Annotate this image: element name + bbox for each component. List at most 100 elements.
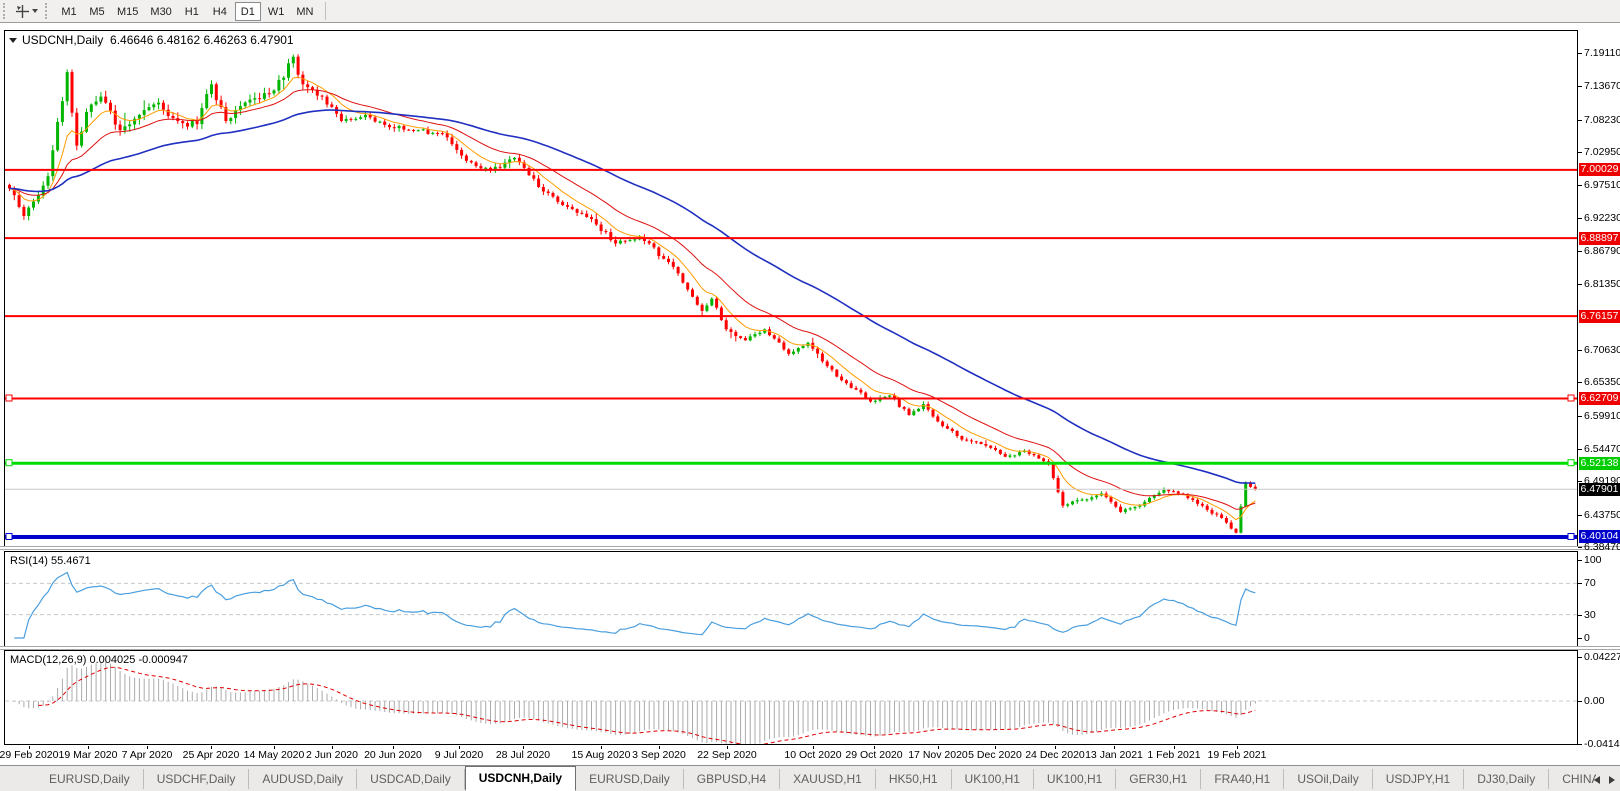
candle-body bbox=[292, 57, 295, 64]
candle-body bbox=[258, 98, 261, 99]
rsi-axis-tick bbox=[1578, 560, 1582, 561]
tabs-scroll-right-icon[interactable] bbox=[1609, 776, 1615, 784]
candle-body bbox=[427, 129, 430, 134]
price-axis-tick bbox=[1578, 185, 1582, 186]
ohlc-open: 6.46646 bbox=[110, 33, 153, 47]
candle-body bbox=[787, 349, 790, 353]
timeframe-button-m1[interactable]: M1 bbox=[56, 2, 82, 21]
chart-tab-uk100-h1[interactable]: UK100,H1 bbox=[1034, 769, 1116, 789]
price-chart-plot[interactable] bbox=[4, 30, 1578, 547]
candle-body bbox=[1158, 493, 1161, 495]
candle-body bbox=[465, 156, 468, 161]
line-handle[interactable] bbox=[6, 534, 12, 540]
candle-body bbox=[585, 214, 588, 217]
macd-name: MACD(12,26,9) bbox=[10, 654, 86, 666]
price-axis-label: 6.86790 bbox=[1584, 245, 1620, 257]
candle-body bbox=[855, 388, 858, 390]
macd-panel-plot[interactable] bbox=[4, 650, 1578, 745]
candle-body bbox=[215, 84, 218, 100]
candle-body bbox=[56, 122, 59, 150]
candle-body bbox=[1114, 502, 1117, 507]
candle-body bbox=[1215, 514, 1218, 515]
chart-tab-audusd-daily[interactable]: AUDUSD,Daily bbox=[249, 769, 357, 789]
date-axis-label: 19 Feb 2021 bbox=[1190, 749, 1284, 761]
chart-tab-eurusd-daily[interactable]: EURUSD,Daily bbox=[36, 769, 144, 789]
candle-body bbox=[345, 119, 348, 121]
line-handle[interactable] bbox=[1568, 534, 1574, 540]
chart-tab-ger30-h1[interactable]: GER30,H1 bbox=[1116, 769, 1201, 789]
candle-body bbox=[595, 219, 598, 224]
chart-tab-usdjpy-h1[interactable]: USDJPY,H1 bbox=[1373, 769, 1464, 789]
ohlc-close: 6.47901 bbox=[250, 33, 293, 47]
macd-axis-tick bbox=[1578, 701, 1582, 702]
price-axis-tick bbox=[1578, 481, 1582, 482]
rsi-axis-label: 70 bbox=[1584, 577, 1620, 589]
chart-tab-hk50-h1[interactable]: HK50,H1 bbox=[876, 769, 952, 789]
chart-tab-gbpusd-h4[interactable]: GBPUSD,H4 bbox=[684, 769, 780, 789]
candle-body bbox=[734, 332, 737, 336]
chart-tab-xauusd-h1[interactable]: XAUUSD,H1 bbox=[780, 769, 876, 789]
chart-tab-usdcad-daily[interactable]: USDCAD,Daily bbox=[357, 769, 465, 789]
rsi-panel-plot[interactable] bbox=[4, 551, 1578, 647]
candle-body bbox=[1211, 510, 1214, 514]
candle-body bbox=[739, 336, 742, 338]
price-axis-tick bbox=[1578, 251, 1582, 252]
timeframe-button-w1[interactable]: W1 bbox=[263, 2, 290, 21]
candle-body bbox=[186, 123, 189, 127]
panel-splitter-rsi[interactable] bbox=[0, 546, 1620, 550]
timeframe-button-h1[interactable]: H1 bbox=[179, 2, 205, 21]
line-handle[interactable] bbox=[6, 395, 12, 401]
chart-tab-china300-h1[interactable]: CHINA300,H1 bbox=[1549, 769, 1596, 789]
toolbar-grip[interactable] bbox=[3, 3, 8, 19]
candle-body bbox=[499, 167, 502, 168]
timeframe-button-m15[interactable]: M15 bbox=[112, 2, 143, 21]
crosshair-dropdown-icon[interactable] bbox=[32, 9, 38, 13]
timeframe-button-d1[interactable]: D1 bbox=[235, 2, 261, 21]
chart-tab-uk100-h1[interactable]: UK100,H1 bbox=[952, 769, 1034, 789]
chart-tab-dj30-daily[interactable]: DJ30,Daily bbox=[1464, 769, 1549, 789]
candle-body bbox=[1235, 529, 1238, 533]
line-handle[interactable] bbox=[6, 460, 12, 466]
candle-body bbox=[172, 116, 175, 118]
timeframe-button-h4[interactable]: H4 bbox=[207, 2, 233, 21]
chart-menu-icon[interactable] bbox=[9, 38, 17, 43]
crosshair-tool-icon[interactable] bbox=[13, 2, 31, 20]
chart-tab-usoil-daily[interactable]: USOil,Daily bbox=[1284, 769, 1372, 789]
candle-body bbox=[754, 334, 757, 336]
candle-body bbox=[989, 446, 992, 448]
line-handle[interactable] bbox=[1568, 460, 1574, 466]
price-axis-tick bbox=[1578, 53, 1582, 54]
candle-body bbox=[912, 411, 915, 415]
chart-tab-usdchf-daily[interactable]: USDCHF,Daily bbox=[144, 769, 250, 789]
candle-body bbox=[547, 192, 550, 194]
toolbar-grip-2[interactable] bbox=[45, 3, 50, 19]
candle-body bbox=[696, 297, 699, 305]
price-axis-label: 6.97510 bbox=[1584, 179, 1620, 191]
timeframe-button-mn[interactable]: MN bbox=[291, 2, 318, 21]
chart-tab-eurusd-daily[interactable]: EURUSD,Daily bbox=[576, 769, 684, 789]
line-handle[interactable] bbox=[1568, 395, 1574, 401]
timeframe-button-m30[interactable]: M30 bbox=[145, 2, 176, 21]
candle-body bbox=[561, 202, 564, 205]
candle-body bbox=[277, 80, 280, 91]
candle-body bbox=[590, 217, 593, 219]
candle-body bbox=[614, 240, 617, 243]
price-axis-tick bbox=[1578, 350, 1582, 351]
candle-body bbox=[513, 158, 516, 160]
price-axis-tick bbox=[1578, 547, 1582, 548]
candle-body bbox=[71, 72, 74, 113]
candle-body bbox=[681, 273, 684, 282]
candle-body bbox=[268, 93, 271, 94]
price-axis-tick bbox=[1578, 449, 1582, 450]
tabs-scroll-left-icon[interactable] bbox=[1594, 776, 1600, 784]
candle-body bbox=[994, 448, 997, 450]
candle-body bbox=[306, 84, 309, 87]
candle-body bbox=[542, 187, 545, 192]
candle-body bbox=[725, 320, 728, 329]
candle-body bbox=[114, 111, 117, 125]
candle-body bbox=[167, 110, 170, 116]
candle-body bbox=[917, 409, 920, 411]
timeframe-button-m5[interactable]: M5 bbox=[84, 2, 110, 21]
chart-tab-fra40-h1[interactable]: FRA40,H1 bbox=[1201, 769, 1284, 789]
chart-tab-usdcnh-daily[interactable]: USDCNH,Daily bbox=[465, 766, 576, 791]
